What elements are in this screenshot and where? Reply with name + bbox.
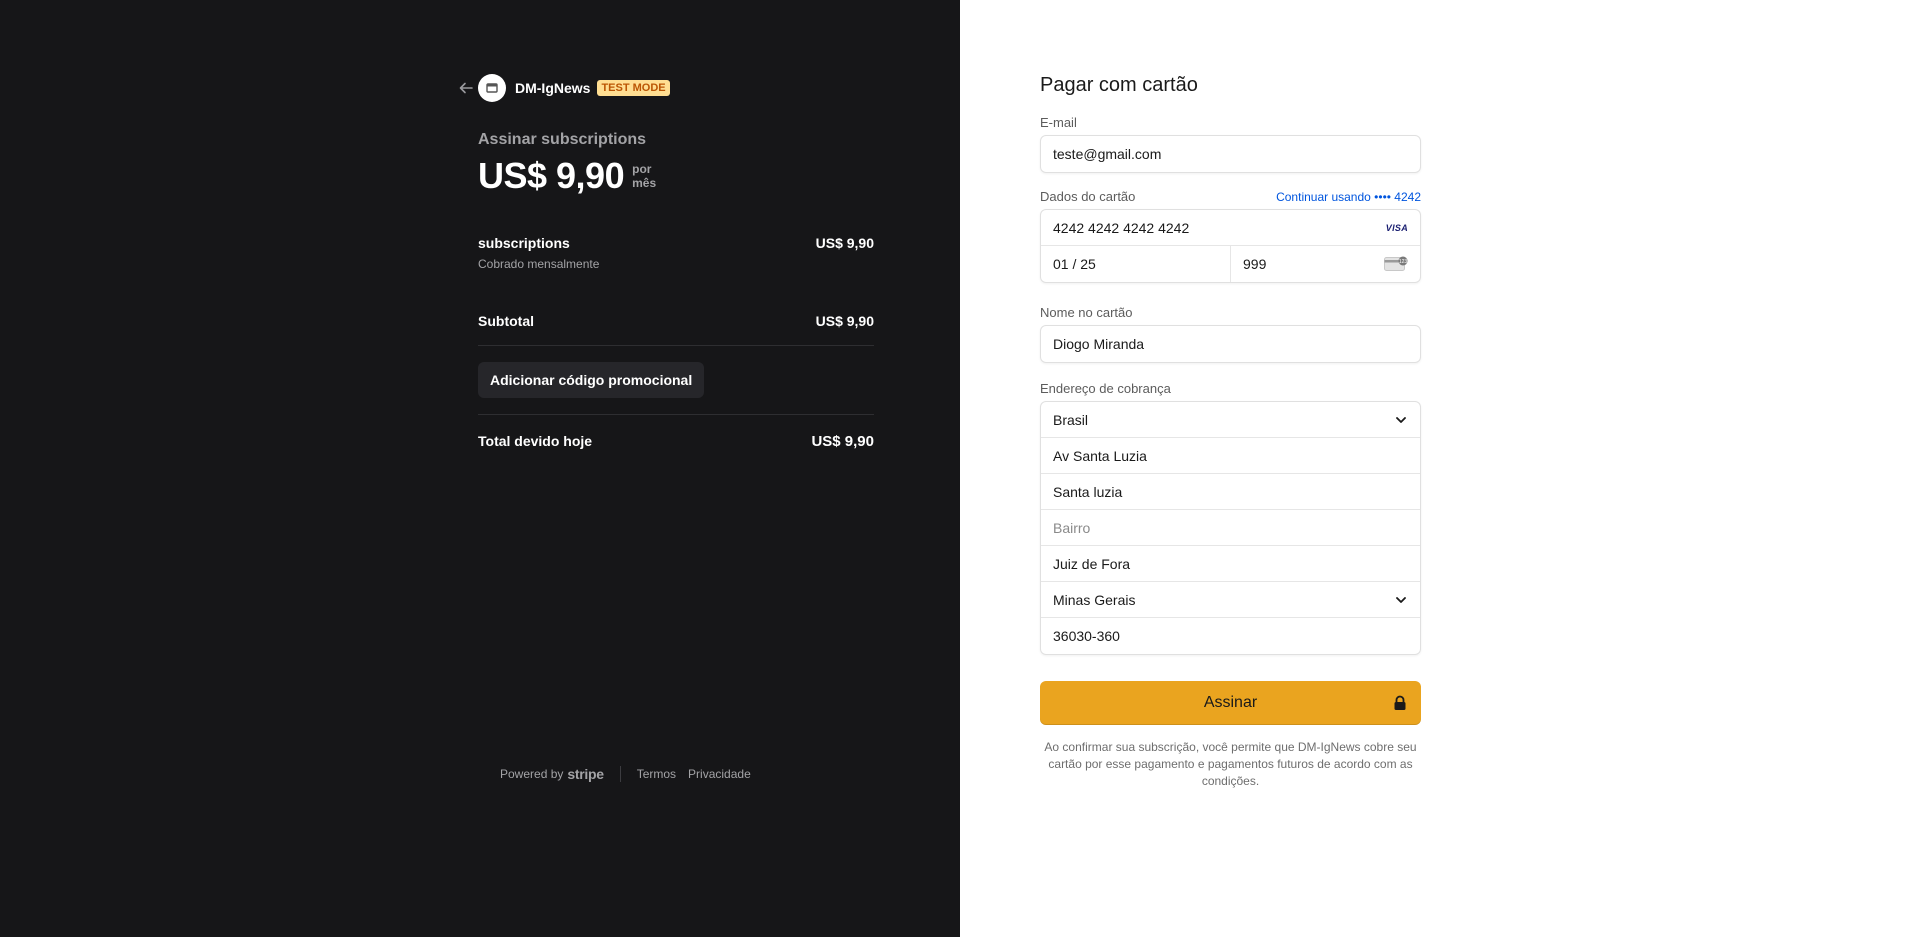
test-mode-badge: TEST MODE [597, 80, 670, 96]
address-line2-field[interactable]: Santa luzia [1041, 474, 1420, 510]
neighborhood-field[interactable]: Bairro [1041, 510, 1420, 546]
privacy-link[interactable]: Privacidade [688, 767, 751, 781]
subtotal-label: Subtotal [478, 313, 534, 329]
footer-divider [619, 766, 621, 782]
promo-section: Adicionar código promocional [478, 346, 874, 415]
subscribe-button-label: Assinar [1203, 694, 1258, 711]
cardholder-name-field[interactable]: Diogo Miranda [1040, 325, 1421, 363]
brand-header: DM-IgNews TEST MODE [458, 74, 874, 102]
footer: Powered by stripe Termos Privacidade [500, 766, 763, 782]
billing-address-group: Brasil Av Santa Luzia Santa luzia Bairro… [1040, 401, 1421, 655]
lock-icon [1394, 695, 1406, 710]
stripe-logo[interactable]: stripe [567, 766, 604, 782]
payment-panel: Pagar com cartão E-mail teste@gmail.com … [960, 0, 1920, 937]
email-label-row: E-mail [1040, 115, 1421, 130]
card-number-field[interactable]: 4242 4242 4242 4242 VISA [1041, 210, 1420, 246]
total-label: Total devido hoje [478, 433, 593, 449]
terms-link[interactable]: Termos [637, 767, 676, 781]
cardholder-label: Nome no cartão [1040, 305, 1133, 320]
brand-logo-icon [478, 74, 506, 102]
cardholder-section: Nome no cartão Diogo Miranda [1040, 305, 1421, 363]
billing-label-row: Endereço de cobrança [1040, 381, 1421, 396]
card-number-value: 4242 4242 4242 4242 [1053, 219, 1190, 236]
subtotal-value: US$ 9,90 [815, 313, 874, 329]
city-field[interactable]: Juiz de Fora [1041, 546, 1420, 582]
back-arrow-icon[interactable] [458, 80, 474, 96]
line-item-name: subscriptions [478, 235, 570, 251]
email-section: E-mail teste@gmail.com [1040, 115, 1421, 173]
price-amount: US$ 9,90 [478, 155, 625, 196]
country-select[interactable]: Brasil [1041, 402, 1420, 438]
order-summary-panel: DM-IgNews TEST MODE Assinar subscription… [0, 0, 960, 937]
total-value: US$ 9,90 [811, 433, 874, 450]
subscribe-title: Assinar subscriptions [478, 131, 647, 148]
card-expiry-field[interactable]: 01 / 25 [1041, 246, 1231, 282]
subtotal-row: Subtotal US$ 9,90 [478, 313, 874, 346]
order-summary: DM-IgNews TEST MODE Assinar subscription… [459, 74, 874, 450]
chevron-down-icon [1396, 596, 1406, 603]
line-item-price: US$ 9,90 [815, 235, 874, 251]
brand-name: DM-IgNews [515, 80, 591, 96]
email-field[interactable]: teste@gmail.com [1040, 135, 1421, 173]
state-value: Minas Gerais [1053, 591, 1136, 608]
price-period-line2: mês [632, 176, 657, 190]
payment-form: Pagar com cartão E-mail teste@gmail.com … [1040, 74, 1421, 790]
line-item: subscriptions Cobrado mensalmente US$ 9,… [478, 235, 874, 271]
svg-text:123: 123 [1399, 259, 1408, 265]
terms-notice: Ao confirmar sua subscrição, você permit… [1044, 740, 1417, 788]
billing-address-section: Endereço de cobrança Brasil Av Santa Luz… [1040, 381, 1421, 655]
card-section: Dados do cartão Continuar usando •••• 42… [1040, 189, 1421, 283]
card-cvc-field[interactable]: 999 123 [1231, 246, 1420, 282]
country-value: Brasil [1053, 411, 1089, 428]
price-row: US$ 9,90 por mês [478, 155, 874, 197]
submit-section: Assinar Ao confirmar sua subscrição, voc… [1040, 681, 1421, 790]
cvc-card-icon: 123 [1384, 256, 1408, 271]
card-cvc-value: 999 [1243, 256, 1267, 272]
card-label: Dados do cartão [1040, 189, 1136, 204]
continue-with-saved-card-link[interactable]: Continuar usando •••• 4242 [1276, 190, 1421, 204]
total-row: Total devido hoje US$ 9,90 [478, 433, 874, 450]
email-label: E-mail [1040, 115, 1077, 130]
form-title: Pagar com cartão [1040, 74, 1198, 96]
price-period: por mês [632, 162, 656, 190]
price-period-line1: por [632, 162, 652, 176]
card-label-row: Dados do cartão Continuar usando •••• 42… [1040, 189, 1421, 204]
state-select[interactable]: Minas Gerais [1041, 582, 1420, 618]
line-item-description: Cobrado mensalmente [478, 257, 600, 271]
subscribe-button[interactable]: Assinar [1040, 681, 1421, 725]
visa-icon: VISA [1385, 222, 1408, 233]
card-expiry-cvc-row: 01 / 25 999 123 [1041, 246, 1420, 282]
powered-by-label: Powered by [500, 767, 564, 781]
billing-address-label: Endereço de cobrança [1040, 381, 1171, 396]
postal-code-field[interactable]: 36030-360 [1041, 618, 1420, 654]
cardholder-label-row: Nome no cartão [1040, 305, 1421, 320]
card-fields-group: 4242 4242 4242 4242 VISA 01 / 25 999 123 [1040, 209, 1421, 283]
card-expiry-value: 01 / 25 [1053, 256, 1096, 272]
address-line1-field[interactable]: Av Santa Luzia [1041, 438, 1420, 474]
add-promo-code-button[interactable]: Adicionar código promocional [478, 362, 705, 398]
chevron-down-icon [1396, 416, 1406, 423]
